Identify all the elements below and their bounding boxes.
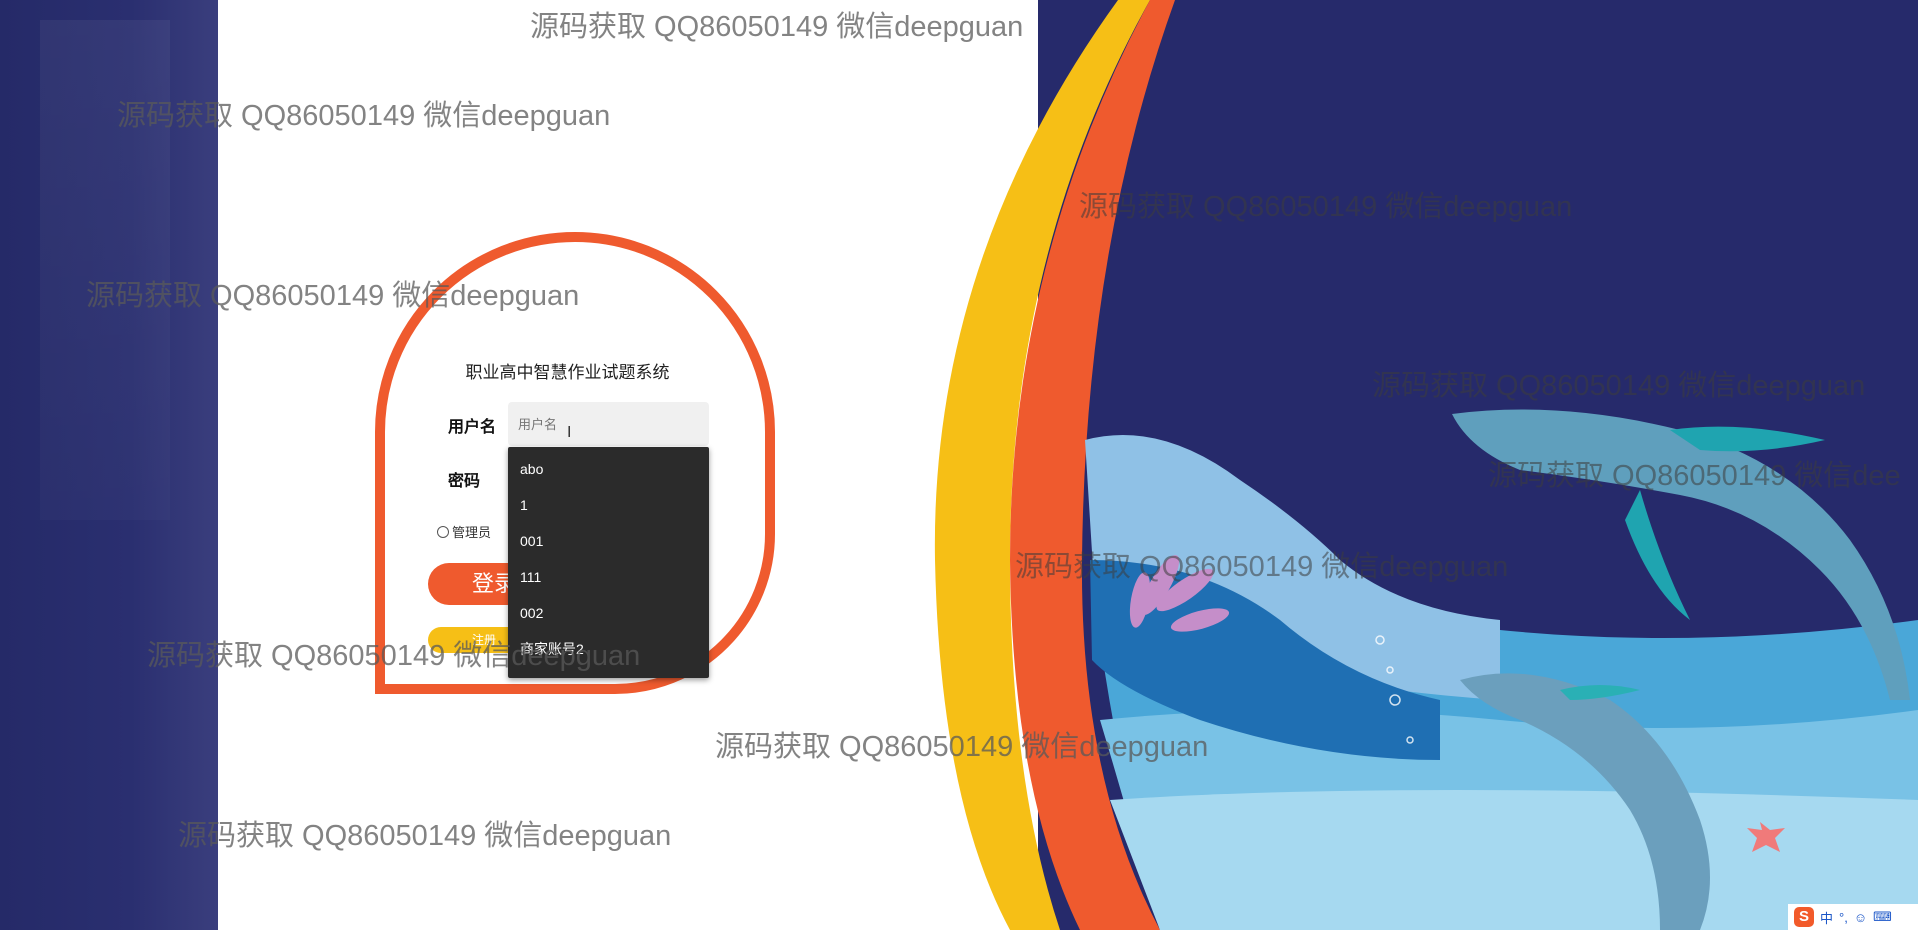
keyboard-icon[interactable]: ⌨: [1873, 909, 1892, 925]
role-admin-label: 管理员: [452, 525, 492, 540]
password-label: 密码: [448, 473, 481, 490]
list-item[interactable]: abo: [508, 459, 709, 495]
watermark: 源码获取 QQ86050149 微信deepguan: [117, 100, 611, 132]
ime-toolbar[interactable]: S 中 °, ☺ ⌨: [1788, 904, 1918, 930]
watermark: 源码获取 QQ86050149 微信deepguan: [178, 820, 672, 852]
watermark: 源码获取 QQ86050149 微信deepguan: [86, 280, 580, 312]
watermark: 源码获取 QQ86050149 微信deepguan: [1015, 551, 1509, 583]
list-item[interactable]: 001: [508, 531, 709, 567]
username-label: 用户名: [448, 419, 497, 436]
ime-mode[interactable]: 中: [1820, 908, 1833, 927]
list-item[interactable]: 111: [508, 567, 709, 603]
watermark: 源码获取 QQ86050149 微信deepguan: [530, 11, 1024, 43]
role-admin-option[interactable]: 管理员: [437, 522, 491, 541]
list-item[interactable]: 1: [508, 495, 709, 531]
system-title: 职业高中智慧作业试题系统: [465, 363, 670, 382]
watermark-partial: 源码获取 QQ86050149 微信dee: [1488, 460, 1901, 492]
radio-icon: [437, 526, 449, 538]
sogou-logo-icon: S: [1794, 907, 1814, 927]
text-cursor-icon: I: [567, 424, 572, 441]
watermark: 源码获取 QQ86050149 微信deepguan: [1372, 370, 1866, 402]
watermark: 源码获取 QQ86050149 微信deepguan: [1079, 191, 1573, 223]
watermark: 源码获取 QQ86050149 微信deepguan: [715, 731, 1209, 763]
ime-punctuation[interactable]: °,: [1839, 910, 1848, 925]
watermark: 源码获取 QQ86050149 微信deepguan: [147, 640, 641, 672]
emoji-icon[interactable]: ☺: [1854, 910, 1867, 925]
username-input[interactable]: [508, 402, 709, 446]
